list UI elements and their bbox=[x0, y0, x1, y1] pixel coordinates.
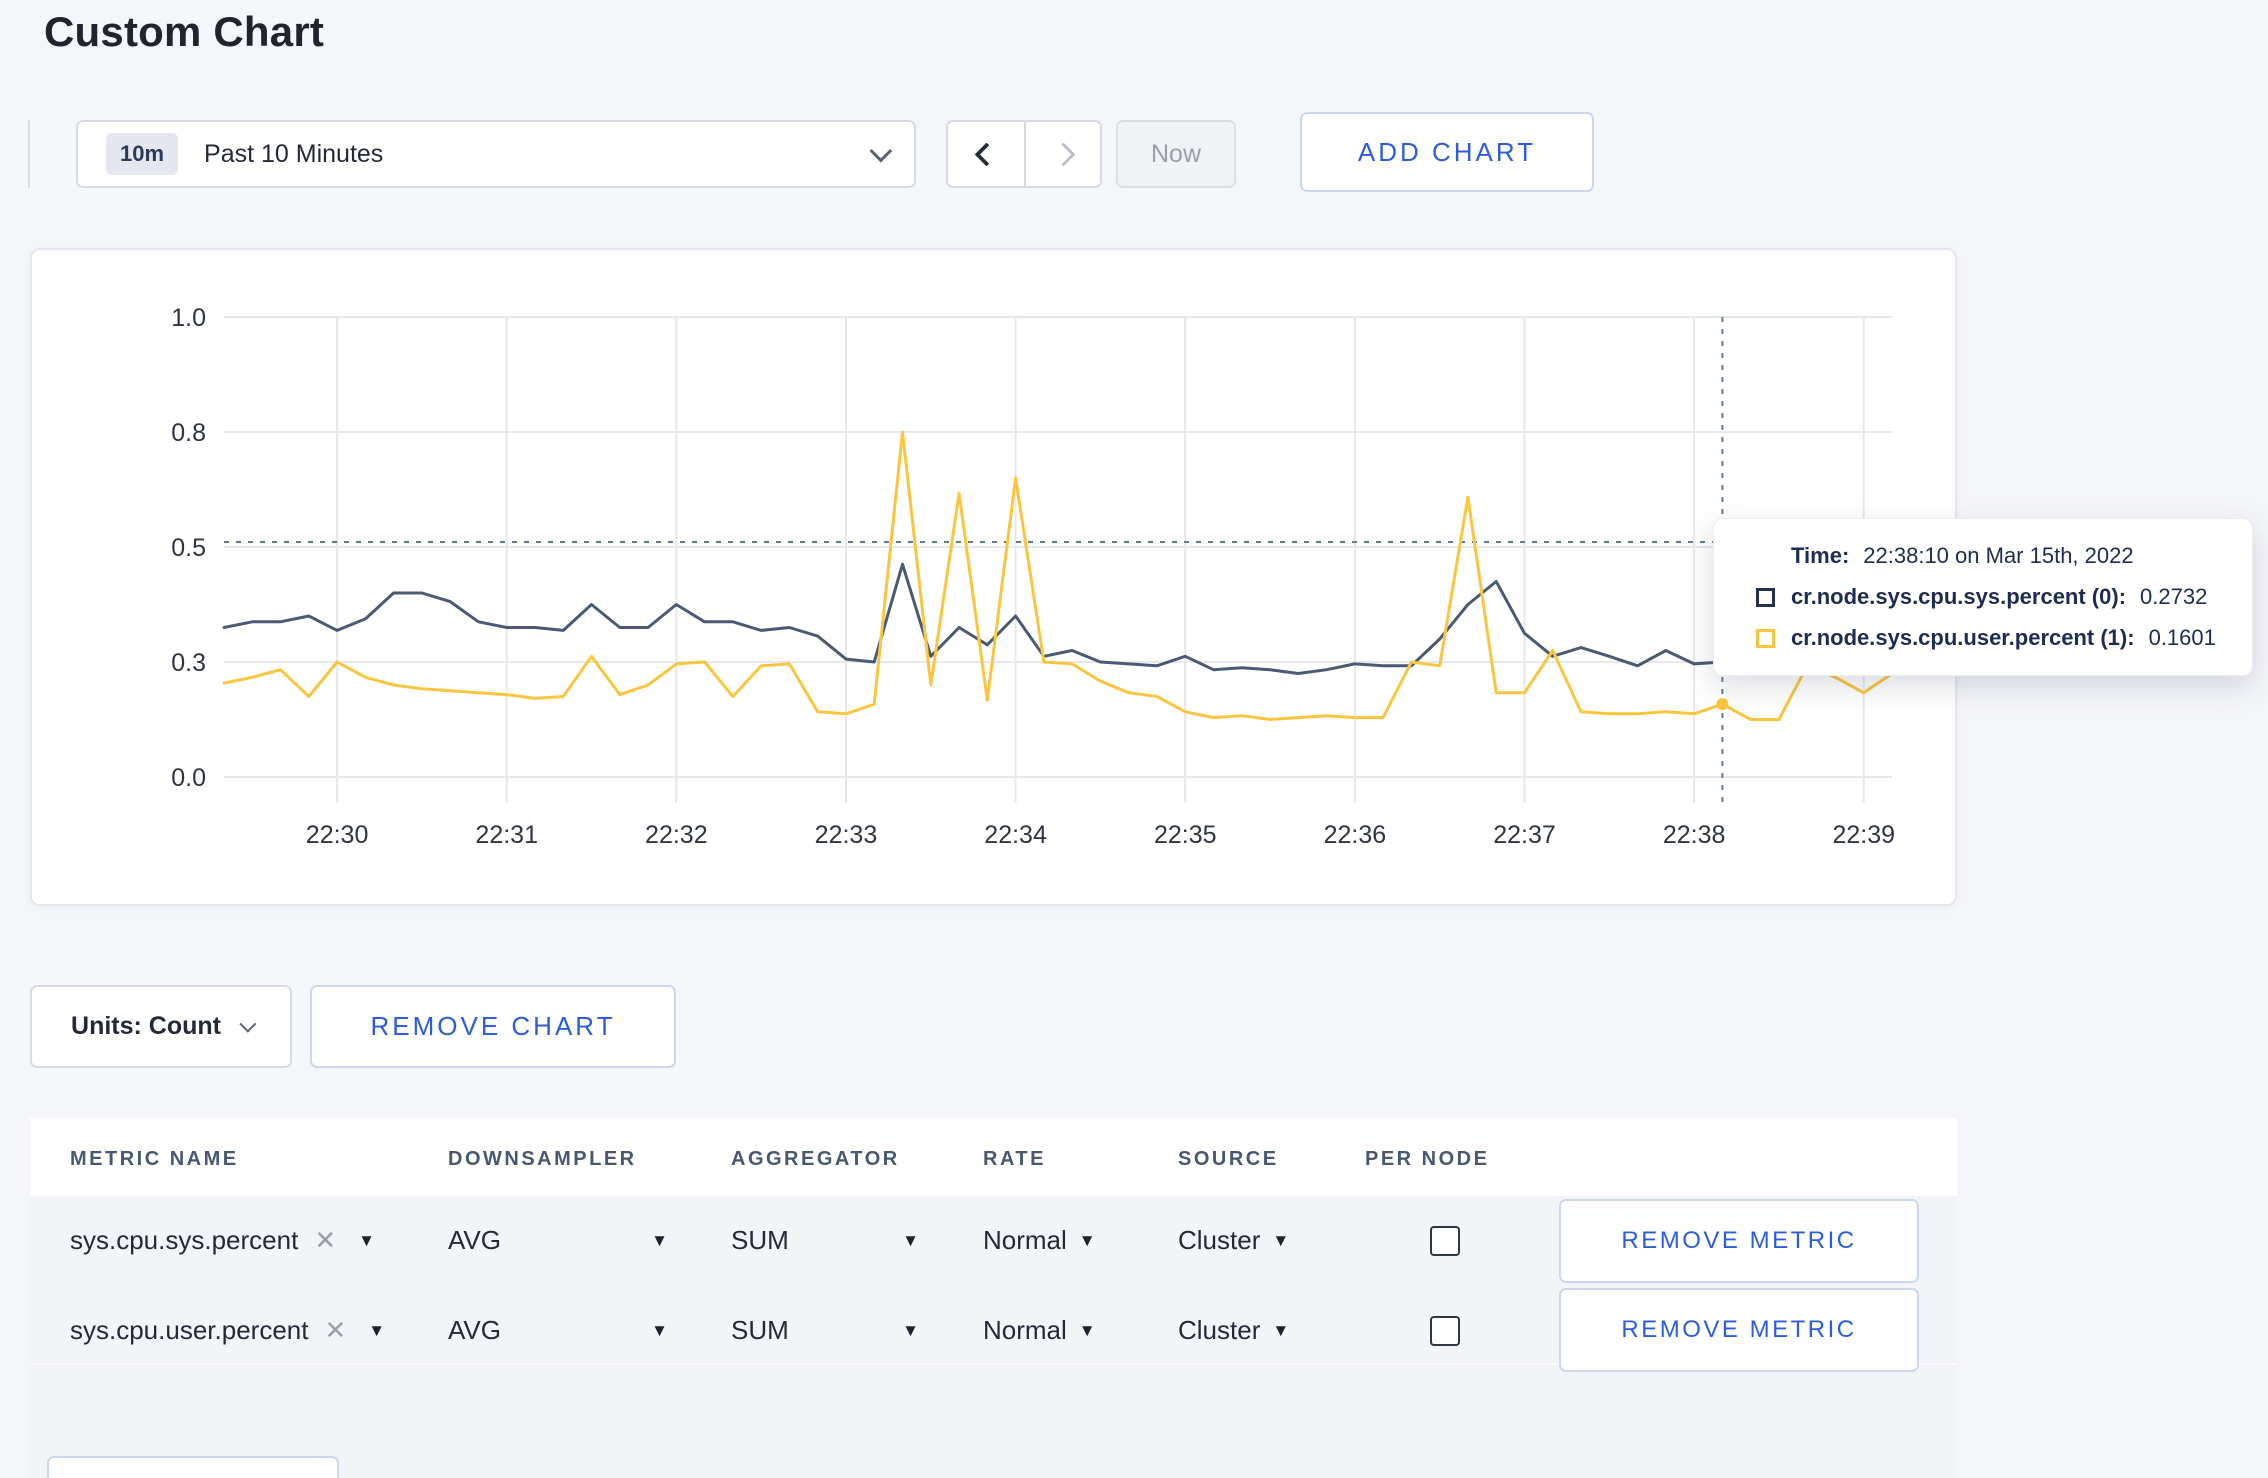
metric-name-value: sys.cpu.sys.percent bbox=[70, 1225, 299, 1255]
dropdown-arrow-icon: ▼ bbox=[358, 1230, 375, 1250]
source-value: Cluster bbox=[1178, 1225, 1261, 1255]
dropdown-arrow-icon: ▼ bbox=[368, 1320, 386, 1340]
dropdown-arrow-icon: ▼ bbox=[1272, 1320, 1290, 1340]
units-select[interactable]: Units: Count bbox=[30, 985, 292, 1068]
next-range-button[interactable] bbox=[1024, 122, 1100, 186]
dropdown-arrow-icon: ▼ bbox=[902, 1320, 919, 1340]
time-range-select[interactable]: 10m Past 10 Minutes bbox=[76, 120, 916, 188]
tooltip-time-label: Time: bbox=[1791, 543, 1850, 568]
now-button[interactable]: Now bbox=[1116, 120, 1236, 188]
column-header-per-node: PER NODE bbox=[1365, 1148, 1490, 1170]
per-node-checkbox[interactable] bbox=[1430, 1315, 1460, 1346]
rate-select[interactable]: Normal ▼ bbox=[983, 1286, 1096, 1375]
dropdown-arrow-icon: ▼ bbox=[902, 1230, 919, 1250]
svg-text:0.0: 0.0 bbox=[171, 764, 206, 792]
time-range-badge: 10m bbox=[106, 133, 179, 175]
toolbar-divider bbox=[28, 120, 30, 188]
svg-text:22:30: 22:30 bbox=[306, 821, 369, 849]
remove-metric-button[interactable]: REMOVE METRIC bbox=[1559, 1288, 1919, 1372]
aggregator-value: SUM bbox=[731, 1315, 789, 1345]
svg-text:0.8: 0.8 bbox=[171, 419, 206, 447]
tooltip-series-label: cr.node.sys.cpu.sys.percent (0): bbox=[1791, 584, 2127, 609]
downsampler-select[interactable]: AVG ▼ bbox=[448, 1286, 668, 1375]
page-title: Custom Chart bbox=[44, 8, 325, 55]
prev-range-button[interactable] bbox=[948, 122, 1024, 186]
user-series-swatch-icon bbox=[1756, 628, 1775, 648]
source-select[interactable]: Cluster ▼ bbox=[1178, 1196, 1289, 1285]
rate-value: Normal bbox=[983, 1225, 1067, 1255]
downsampler-value: AVG bbox=[448, 1225, 501, 1255]
remove-chart-button[interactable]: REMOVE CHART bbox=[310, 985, 676, 1068]
svg-text:22:31: 22:31 bbox=[475, 821, 538, 849]
custom-chart-page: Custom Chart 10m Past 10 Minutes Now ADD… bbox=[0, 0, 2268, 1478]
aggregator-value: SUM bbox=[731, 1225, 789, 1255]
svg-text:0.3: 0.3 bbox=[171, 649, 206, 677]
chevron-left-icon bbox=[973, 141, 999, 167]
table-row: sys.cpu.user.percent ✕ ▼ AVG ▼ SUM ▼ Nor… bbox=[30, 1286, 1957, 1375]
metric-name-select[interactable]: sys.cpu.user.percent ✕ ▼ bbox=[70, 1286, 385, 1375]
svg-text:22:37: 22:37 bbox=[1493, 821, 1556, 849]
svg-text:22:33: 22:33 bbox=[815, 821, 878, 849]
chevron-down-icon bbox=[869, 139, 893, 163]
clear-icon[interactable]: ✕ bbox=[324, 1315, 346, 1346]
remove-metric-button[interactable]: REMOVE METRIC bbox=[1559, 1199, 1919, 1283]
chevron-right-icon bbox=[1050, 141, 1076, 167]
svg-text:22:34: 22:34 bbox=[984, 821, 1047, 849]
svg-text:22:32: 22:32 bbox=[645, 821, 708, 849]
tooltip-series-value: 0.2732 bbox=[2140, 584, 2208, 609]
downsampler-select[interactable]: AVG ▼ bbox=[448, 1196, 668, 1285]
source-value: Cluster bbox=[1178, 1315, 1261, 1345]
tooltip-time-row: Time: 22:38:10 on Mar 15th, 2022 bbox=[1756, 543, 2232, 569]
aggregator-select[interactable]: SUM ▼ bbox=[731, 1286, 919, 1375]
dropdown-arrow-icon: ▼ bbox=[1078, 1320, 1096, 1340]
per-node-cell bbox=[1430, 1196, 1460, 1285]
dropdown-arrow-icon: ▼ bbox=[1078, 1230, 1096, 1250]
chart-card: 0.0 0.3 0.5 0.8 1.0 22:30 22:31 22:32 22:33 22:34… bbox=[30, 248, 1957, 906]
column-header-source: SOURCE bbox=[1178, 1148, 1279, 1170]
time-range-label: Past 10 Minutes bbox=[204, 139, 384, 168]
metrics-table: METRIC NAME DOWNSAMPLER AGGREGATOR RATE … bbox=[30, 1118, 1957, 1478]
svg-text:1.0: 1.0 bbox=[171, 304, 206, 332]
downsampler-value: AVG bbox=[448, 1315, 501, 1345]
metrics-table-body: sys.cpu.sys.percent ✕ ▼ AVG ▼ SUM ▼ Norm… bbox=[30, 1196, 1957, 1478]
rate-select[interactable]: Normal ▼ bbox=[983, 1196, 1096, 1285]
tooltip-series-row: cr.node.sys.cpu.user.percent (1): 0.1601 bbox=[1756, 625, 2232, 651]
rate-value: Normal bbox=[983, 1315, 1067, 1345]
add-chart-button[interactable]: ADD CHART bbox=[1300, 112, 1594, 192]
svg-text:22:35: 22:35 bbox=[1154, 821, 1217, 849]
column-header-rate: RATE bbox=[983, 1148, 1046, 1170]
metric-name-select[interactable]: sys.cpu.sys.percent ✕ ▼ bbox=[70, 1196, 375, 1285]
tooltip-series-row: cr.node.sys.cpu.sys.percent (0): 0.2732 bbox=[1756, 584, 2232, 610]
svg-text:0.5: 0.5 bbox=[171, 534, 206, 562]
source-select[interactable]: Cluster ▼ bbox=[1178, 1286, 1289, 1375]
units-label: Units: Count bbox=[71, 1012, 221, 1040]
metric-name-value: sys.cpu.user.percent bbox=[70, 1315, 309, 1345]
sys-series-swatch-icon bbox=[1756, 587, 1775, 607]
chart-canvas[interactable]: 0.0 0.3 0.5 0.8 1.0 22:30 22:31 22:32 22:33 22:34… bbox=[32, 250, 1959, 908]
column-header-metric-name: METRIC NAME bbox=[70, 1148, 239, 1170]
chevron-down-icon bbox=[239, 1015, 257, 1033]
tooltip-time-value: 22:38:10 on Mar 15th, 2022 bbox=[1863, 543, 2134, 568]
svg-text:22:39: 22:39 bbox=[1832, 821, 1895, 849]
per-node-checkbox[interactable] bbox=[1430, 1225, 1460, 1256]
dropdown-arrow-icon: ▼ bbox=[651, 1230, 668, 1250]
dropdown-arrow-icon: ▼ bbox=[1272, 1230, 1290, 1250]
tooltip-series-value: 0.1601 bbox=[2148, 625, 2216, 650]
svg-text:22:38: 22:38 bbox=[1663, 821, 1726, 849]
column-header-downsampler: DOWNSAMPLER bbox=[448, 1148, 637, 1170]
tooltip-series-label: cr.node.sys.cpu.user.percent (1): bbox=[1791, 625, 2135, 650]
time-nav-group bbox=[946, 120, 1102, 188]
chart-tooltip: Time: 22:38:10 on Mar 15th, 2022 cr.node… bbox=[1713, 518, 2253, 676]
add-metric-button[interactable]: ADD METRIC bbox=[47, 1456, 339, 1478]
aggregator-select[interactable]: SUM ▼ bbox=[731, 1196, 919, 1285]
per-node-cell bbox=[1430, 1286, 1460, 1375]
svg-text:22:36: 22:36 bbox=[1324, 821, 1387, 849]
clear-icon[interactable]: ✕ bbox=[314, 1225, 336, 1256]
table-row: sys.cpu.sys.percent ✕ ▼ AVG ▼ SUM ▼ Norm… bbox=[30, 1196, 1957, 1285]
dropdown-arrow-icon: ▼ bbox=[651, 1320, 668, 1340]
column-header-aggregator: AGGREGATOR bbox=[731, 1148, 900, 1170]
